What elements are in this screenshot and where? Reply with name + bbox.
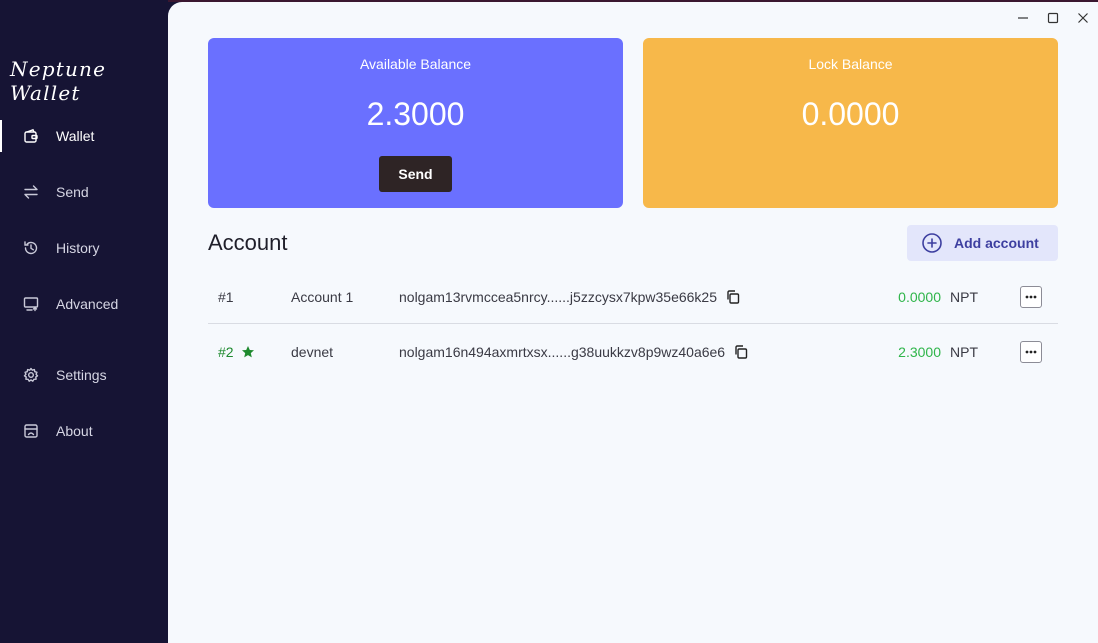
account-index: #2	[218, 344, 234, 360]
sidebar-item-label: Settings	[56, 367, 107, 383]
sidebar-item-history[interactable]: History	[0, 232, 168, 264]
account-address: nolgam16n494axmrtxsx......g38uukkzv8p9wz…	[399, 344, 726, 360]
gear-icon	[23, 367, 39, 383]
account-name: devnet	[291, 344, 334, 360]
account-balance: 2.3000	[898, 344, 941, 360]
transfer-arrows-icon	[23, 184, 39, 200]
more-options-button[interactable]	[1020, 341, 1042, 363]
account-unit: NPT	[950, 289, 978, 305]
account-index: #1	[218, 289, 234, 305]
about-icon	[23, 423, 39, 439]
ellipsis-icon	[1025, 350, 1037, 354]
star-icon	[241, 345, 255, 359]
available-balance-card: Available Balance 2.3000 Send	[208, 38, 623, 208]
sidebar-item-label: Wallet	[56, 128, 95, 144]
maximize-icon[interactable]	[1046, 11, 1060, 25]
lock-balance-title: Lock Balance	[808, 56, 893, 72]
copy-icon[interactable]	[725, 289, 741, 305]
sidebar-item-wallet[interactable]: Wallet	[0, 120, 168, 152]
main-content: Available Balance 2.3000 Send Lock Balan…	[168, 2, 1098, 643]
sidebar-item-send[interactable]: Send	[0, 176, 168, 208]
available-balance-title: Available Balance	[359, 56, 472, 72]
copy-icon[interactable]	[733, 344, 749, 360]
plus-circle-icon	[921, 232, 943, 254]
sidebar-item-about[interactable]: About	[0, 415, 168, 447]
account-section-title: Account	[208, 230, 288, 255]
account-name: Account 1	[291, 289, 354, 305]
lock-balance-amount: 0.0000	[801, 96, 900, 132]
monitor-icon	[23, 296, 39, 312]
minimize-icon[interactable]	[1016, 11, 1030, 25]
close-icon[interactable]	[1076, 11, 1090, 25]
sidebar-item-label: Advanced	[56, 296, 119, 312]
account-unit: NPT	[950, 344, 978, 360]
account-address: nolgam13rvmccea5nrcy......j5zzcysx7kpw35…	[399, 289, 718, 305]
sidebar-item-label: History	[56, 240, 100, 256]
ellipsis-icon	[1025, 295, 1037, 299]
add-account-label: Add account	[954, 235, 1039, 251]
lock-balance-card: Lock Balance 0.0000	[643, 38, 1058, 208]
available-balance-amount: 2.3000	[366, 96, 465, 132]
history-icon	[23, 240, 39, 256]
account-balance: 0.0000	[898, 289, 941, 305]
account-row[interactable]: #2 devnet nolgam16n494axmrtxsx......g38u…	[208, 324, 1058, 378]
sidebar-item-label: Send	[56, 184, 89, 200]
sidebar-item-settings[interactable]: Settings	[0, 359, 168, 391]
app-logo: Neptune Wallet	[10, 57, 107, 105]
add-account-button[interactable]: Add account	[907, 225, 1058, 261]
account-row[interactable]: #1 Account 1 nolgam13rvmccea5nrcy......j…	[208, 269, 1058, 324]
wallet-icon	[23, 128, 39, 144]
send-button[interactable]: Send	[379, 156, 452, 192]
sidebar-item-label: About	[56, 423, 93, 439]
sidebar: Neptune Wallet Wallet Send History Advan…	[0, 0, 168, 643]
sidebar-item-advanced[interactable]: Advanced	[0, 288, 168, 320]
more-options-button[interactable]	[1020, 286, 1042, 308]
